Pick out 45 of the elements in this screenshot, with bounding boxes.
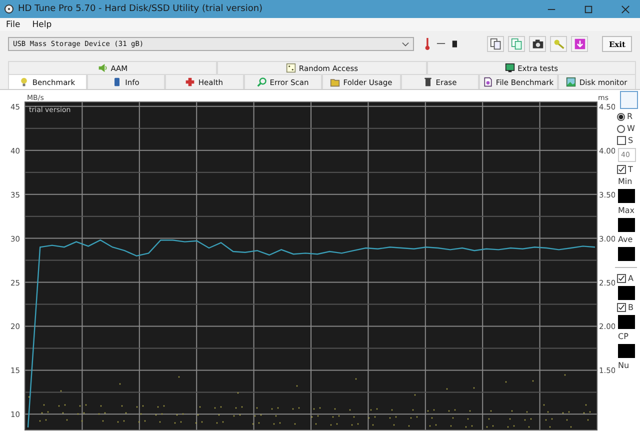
folder-icon [330, 77, 340, 87]
value-display [618, 344, 635, 358]
stat-label: Max [618, 206, 635, 215]
download-icon[interactable] [571, 36, 588, 52]
value-display [618, 286, 635, 300]
thermometer-icon [424, 37, 431, 51]
cross-icon [185, 77, 196, 87]
checkbox[interactable] [617, 136, 626, 145]
checkbox[interactable] [617, 274, 626, 283]
radio-label: R [627, 112, 633, 121]
monitor-icon [504, 63, 515, 73]
picture-icon [566, 77, 576, 87]
caret-icon [402, 42, 409, 46]
file-icon [482, 77, 493, 87]
radio-label: W [627, 124, 635, 133]
camera-icon[interactable] [529, 36, 546, 52]
stat-label: CP [618, 332, 628, 341]
menu-item[interactable]: File [6, 20, 20, 30]
start-button[interactable] [620, 91, 638, 109]
window-title: HD Tune Pro 5.70 - Hard Disk/SSD Utility (trial version) [18, 4, 263, 14]
bin-icon [422, 77, 433, 87]
magnifier-icon [256, 77, 267, 87]
checkbox-label: A [628, 274, 634, 283]
stat-label: Ave [618, 235, 633, 244]
value-display [618, 247, 635, 261]
value-display [618, 218, 635, 232]
copy-icon[interactable] [487, 36, 504, 52]
checkbox-label: B [628, 303, 634, 312]
radio-button[interactable] [617, 112, 625, 120]
value-display [618, 189, 635, 203]
checkbox[interactable] [617, 165, 626, 174]
stat-label: Min [618, 177, 632, 186]
radio-button[interactable] [617, 124, 625, 132]
stat-label: Nu [618, 361, 630, 370]
checkbox[interactable] [617, 303, 626, 312]
menu-item[interactable]: Help [32, 20, 52, 30]
bulb-icon [19, 77, 30, 87]
maximize-icon[interactable] [584, 4, 593, 14]
speaker-icon [98, 63, 108, 73]
checkbox-label: T [628, 165, 633, 174]
checkbox-label: S [628, 136, 634, 145]
dice-icon [286, 63, 296, 73]
value-display [618, 315, 635, 329]
temperature-value: — [436, 39, 446, 49]
close-icon[interactable] [621, 4, 630, 14]
